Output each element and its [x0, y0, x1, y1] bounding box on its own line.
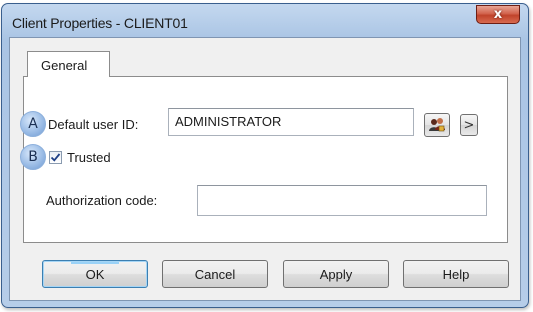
help-button[interactable]: Help [403, 260, 509, 288]
trusted-checkbox[interactable] [49, 151, 62, 164]
apply-button[interactable]: Apply [283, 260, 389, 288]
apply-button-label: Apply [319, 266, 353, 282]
window-title: Client Properties - CLIENT01 [12, 15, 188, 31]
next-user-button[interactable]: > [460, 114, 478, 136]
chevron-right-icon: > [463, 117, 475, 133]
focus-indicator [71, 262, 119, 264]
default-user-id-label: Default user ID: [48, 117, 139, 132]
callout-badge-a: A [20, 111, 46, 137]
close-button[interactable]: x [476, 5, 520, 24]
dialog-body: General A Default user ID: ADMINISTRATOR… [9, 37, 521, 301]
ok-button[interactable]: OK [42, 260, 148, 288]
help-button-label: Help [442, 266, 470, 282]
cancel-button-label: Cancel [194, 266, 236, 282]
default-user-id-field[interactable]: ADMINISTRATOR [168, 108, 414, 136]
client-properties-window: Client Properties - CLIENT01 x General A… [1, 3, 529, 308]
tab-general[interactable]: General [27, 51, 110, 77]
title-bar[interactable]: Client Properties - CLIENT01 x [2, 4, 528, 40]
tab-general-label: General [41, 58, 88, 73]
user-lookup-button[interactable] [424, 113, 450, 137]
users-lookup-icon [429, 118, 445, 132]
authorization-code-label: Authorization code: [46, 193, 158, 208]
authorization-code-field[interactable] [197, 185, 487, 216]
close-icon: x [493, 7, 503, 22]
cancel-button[interactable]: Cancel [162, 260, 268, 288]
general-tab-panel: A Default user ID: ADMINISTRATOR > B Tru… [20, 76, 508, 243]
callout-badge-b: B [20, 144, 46, 170]
ok-button-label: OK [85, 266, 105, 282]
checkmark-icon [50, 153, 61, 162]
trusted-label: Trusted [67, 150, 111, 165]
